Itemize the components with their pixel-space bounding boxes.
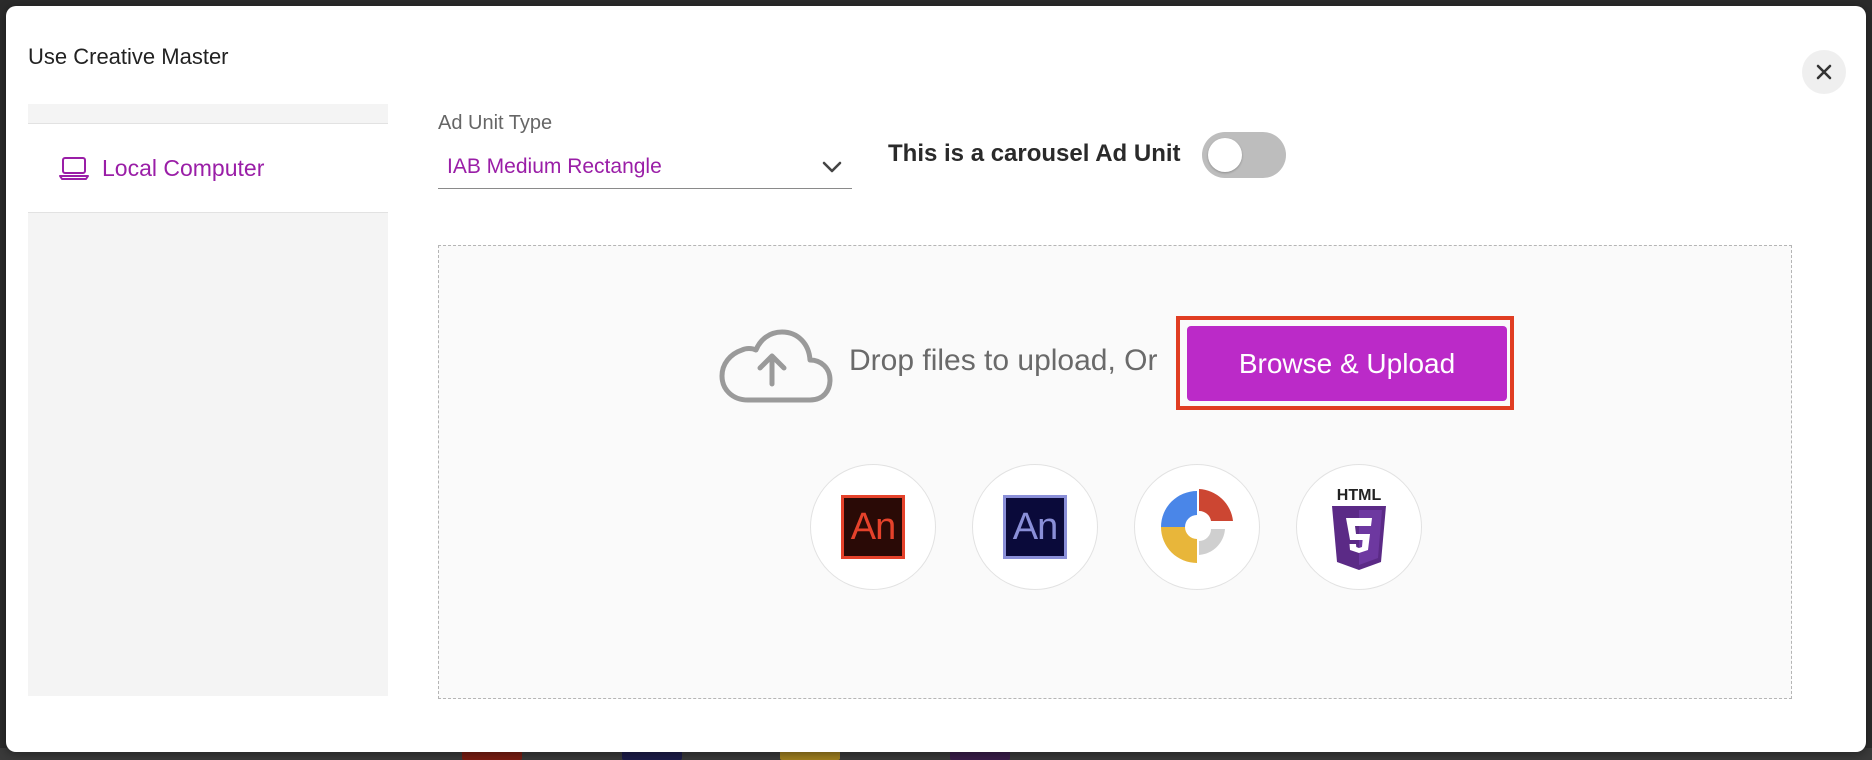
toggle-knob [1208,138,1242,172]
cloud-upload-icon [719,329,833,403]
ad-unit-type-select[interactable]: IAB Medium Rectangle [438,146,852,189]
sidebar-item-label: Local Computer [102,154,265,181]
sidebar-item-local-computer[interactable]: Local Computer [28,123,388,213]
carousel-toggle[interactable] [1202,132,1286,178]
laptop-icon [58,154,90,182]
html5-icon: HTML [1332,487,1386,570]
drop-files-text: Drop files to upload, Or [849,344,1158,377]
browse-upload-button[interactable]: Browse & Upload [1187,326,1507,401]
tool-adobe-animate: An [810,464,936,590]
close-button[interactable] [1802,50,1846,94]
source-sidebar: Local Computer [28,104,388,696]
tool-google-web-designer [1134,464,1260,590]
tool-adobe-edge-animate: An [972,464,1098,590]
svg-text:HTML: HTML [1337,487,1382,504]
close-icon [1816,64,1832,80]
ad-unit-type-value: IAB Medium Rectangle [447,155,662,178]
chevron-down-icon [820,155,844,179]
adobe-animate-icon: An [841,495,905,559]
file-dropzone[interactable] [438,245,1792,699]
adobe-edge-animate-icon: An [1003,495,1067,559]
dialog-title: Use Creative Master [28,44,229,69]
google-web-designer-icon [1161,489,1233,563]
ad-unit-type-label: Ad Unit Type [438,112,553,134]
carousel-toggle-label: This is a carousel Ad Unit [888,140,1181,167]
tool-html5: HTML [1296,464,1422,590]
